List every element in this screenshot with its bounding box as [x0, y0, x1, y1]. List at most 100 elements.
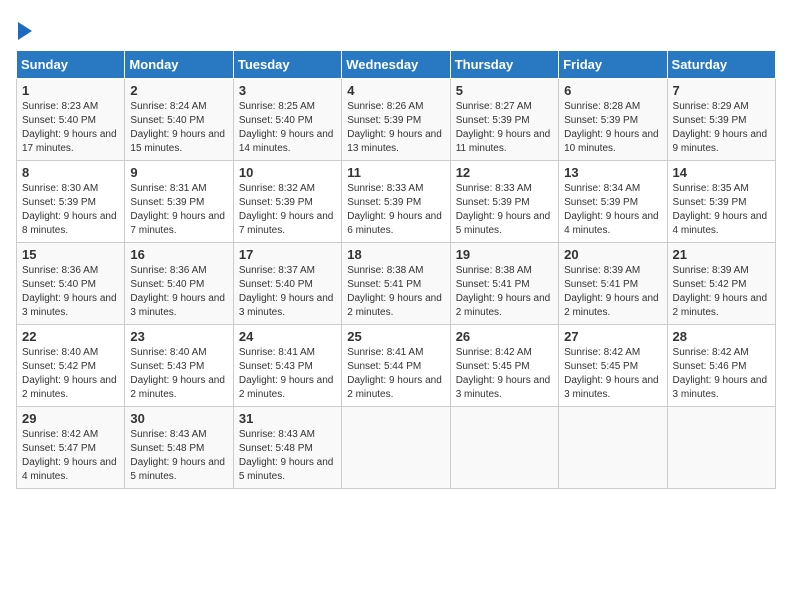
cell-info: Sunrise: 8:28 AM Sunset: 5:39 PM Dayligh… — [564, 100, 661, 156]
calendar-cell — [559, 407, 667, 489]
day-number: 4 — [347, 83, 444, 98]
day-number: 27 — [564, 329, 661, 344]
calendar-cell — [342, 407, 450, 489]
calendar-cell: 3 Sunrise: 8:25 AM Sunset: 5:40 PM Daylig… — [233, 79, 341, 161]
calendar-cell: 28 Sunrise: 8:42 AM Sunset: 5:46 PM Dayli… — [667, 325, 775, 407]
calendar-cell: 4 Sunrise: 8:26 AM Sunset: 5:39 PM Daylig… — [342, 79, 450, 161]
calendar-cell: 5 Sunrise: 8:27 AM Sunset: 5:39 PM Daylig… — [450, 79, 558, 161]
cell-info: Sunrise: 8:33 AM Sunset: 5:39 PM Dayligh… — [347, 182, 444, 238]
cell-info: Sunrise: 8:32 AM Sunset: 5:39 PM Dayligh… — [239, 182, 336, 238]
day-number: 8 — [22, 165, 119, 180]
cell-info: Sunrise: 8:41 AM Sunset: 5:44 PM Dayligh… — [347, 346, 444, 402]
day-number: 19 — [456, 247, 553, 262]
day-number: 23 — [130, 329, 227, 344]
day-number: 20 — [564, 247, 661, 262]
calendar-cell: 29Sunrise: 8:42 AM Sunset: 5:47 PM Dayli… — [17, 407, 125, 489]
day-number: 10 — [239, 165, 336, 180]
cell-info: Sunrise: 8:36 AM Sunset: 5:40 PM Dayligh… — [22, 264, 119, 320]
calendar-week-5: 29Sunrise: 8:42 AM Sunset: 5:47 PM Dayli… — [17, 407, 776, 489]
day-number: 1 — [22, 83, 119, 98]
day-number: 3 — [239, 83, 336, 98]
cell-info: Sunrise: 8:26 AM Sunset: 5:39 PM Dayligh… — [347, 100, 444, 156]
day-number: 12 — [456, 165, 553, 180]
calendar-cell: 17 Sunrise: 8:37 AM Sunset: 5:40 PM Dayli… — [233, 243, 341, 325]
calendar-cell: 1 Sunrise: 8:23 AM Sunset: 5:40 PM Daylig… — [17, 79, 125, 161]
day-number: 26 — [456, 329, 553, 344]
cell-info: Sunrise: 8:40 AM Sunset: 5:43 PM Dayligh… — [130, 346, 227, 402]
day-number: 18 — [347, 247, 444, 262]
cell-info: Sunrise: 8:24 AM Sunset: 5:40 PM Dayligh… — [130, 100, 227, 156]
day-number: 5 — [456, 83, 553, 98]
header-day-tuesday: Tuesday — [233, 51, 341, 79]
calendar-week-3: 15 Sunrise: 8:36 AM Sunset: 5:40 PM Dayli… — [17, 243, 776, 325]
cell-info: Sunrise: 8:38 AM Sunset: 5:41 PM Dayligh… — [456, 264, 553, 320]
day-number: 2 — [130, 83, 227, 98]
day-number: 13 — [564, 165, 661, 180]
cell-info: Sunrise: 8:29 AM Sunset: 5:39 PM Dayligh… — [673, 100, 770, 156]
calendar-week-1: 1 Sunrise: 8:23 AM Sunset: 5:40 PM Daylig… — [17, 79, 776, 161]
cell-info: Sunrise: 8:42 AM Sunset: 5:45 PM Dayligh… — [456, 346, 553, 402]
cell-info: Sunrise: 8:42 AM Sunset: 5:45 PM Dayligh… — [564, 346, 661, 402]
header-day-wednesday: Wednesday — [342, 51, 450, 79]
day-number: 24 — [239, 329, 336, 344]
day-number: 22 — [22, 329, 119, 344]
calendar-week-4: 22Sunrise: 8:40 AM Sunset: 5:42 PM Dayli… — [17, 325, 776, 407]
header — [16, 16, 776, 40]
calendar-cell: 19 Sunrise: 8:38 AM Sunset: 5:41 PM Dayli… — [450, 243, 558, 325]
day-number: 7 — [673, 83, 770, 98]
cell-info: Sunrise: 8:41 AM Sunset: 5:43 PM Dayligh… — [239, 346, 336, 402]
cell-info: Sunrise: 8:42 AM Sunset: 5:46 PM Dayligh… — [673, 346, 770, 402]
header-day-thursday: Thursday — [450, 51, 558, 79]
cell-info: Sunrise: 8:25 AM Sunset: 5:40 PM Dayligh… — [239, 100, 336, 156]
calendar-cell — [450, 407, 558, 489]
day-number: 30 — [130, 411, 227, 426]
cell-info: Sunrise: 8:43 AM Sunset: 5:48 PM Dayligh… — [130, 428, 227, 484]
calendar-cell: 16 Sunrise: 8:36 AM Sunset: 5:40 PM Dayli… — [125, 243, 233, 325]
cell-info: Sunrise: 8:36 AM Sunset: 5:40 PM Dayligh… — [130, 264, 227, 320]
calendar-cell: 22Sunrise: 8:40 AM Sunset: 5:42 PM Dayli… — [17, 325, 125, 407]
header-day-monday: Monday — [125, 51, 233, 79]
cell-info: Sunrise: 8:27 AM Sunset: 5:39 PM Dayligh… — [456, 100, 553, 156]
calendar-cell: 6 Sunrise: 8:28 AM Sunset: 5:39 PM Daylig… — [559, 79, 667, 161]
cell-info: Sunrise: 8:39 AM Sunset: 5:41 PM Dayligh… — [564, 264, 661, 320]
calendar-cell: 20 Sunrise: 8:39 AM Sunset: 5:41 PM Dayli… — [559, 243, 667, 325]
day-number: 9 — [130, 165, 227, 180]
day-number: 28 — [673, 329, 770, 344]
calendar-cell: 27 Sunrise: 8:42 AM Sunset: 5:45 PM Dayli… — [559, 325, 667, 407]
cell-info: Sunrise: 8:37 AM Sunset: 5:40 PM Dayligh… — [239, 264, 336, 320]
calendar-cell: 8Sunrise: 8:30 AM Sunset: 5:39 PM Daylig… — [17, 161, 125, 243]
calendar-cell: 9 Sunrise: 8:31 AM Sunset: 5:39 PM Daylig… — [125, 161, 233, 243]
header-day-sunday: Sunday — [17, 51, 125, 79]
header-row: SundayMondayTuesdayWednesdayThursdayFrid… — [17, 51, 776, 79]
cell-info: Sunrise: 8:42 AM Sunset: 5:47 PM Dayligh… — [22, 428, 119, 484]
calendar-cell: 2 Sunrise: 8:24 AM Sunset: 5:40 PM Daylig… — [125, 79, 233, 161]
calendar-cell: 13 Sunrise: 8:34 AM Sunset: 5:39 PM Dayli… — [559, 161, 667, 243]
day-number: 15 — [22, 247, 119, 262]
day-number: 11 — [347, 165, 444, 180]
calendar-table: SundayMondayTuesdayWednesdayThursdayFrid… — [16, 50, 776, 489]
calendar-cell: 18 Sunrise: 8:38 AM Sunset: 5:41 PM Dayli… — [342, 243, 450, 325]
cell-info: Sunrise: 8:34 AM Sunset: 5:39 PM Dayligh… — [564, 182, 661, 238]
day-number: 25 — [347, 329, 444, 344]
cell-info: Sunrise: 8:33 AM Sunset: 5:39 PM Dayligh… — [456, 182, 553, 238]
header-day-saturday: Saturday — [667, 51, 775, 79]
header-day-friday: Friday — [559, 51, 667, 79]
day-number: 21 — [673, 247, 770, 262]
calendar-cell: 14Sunrise: 8:35 AM Sunset: 5:39 PM Dayli… — [667, 161, 775, 243]
cell-info: Sunrise: 8:43 AM Sunset: 5:48 PM Dayligh… — [239, 428, 336, 484]
calendar-cell — [667, 407, 775, 489]
cell-info: Sunrise: 8:39 AM Sunset: 5:42 PM Dayligh… — [673, 264, 770, 320]
calendar-body: 1 Sunrise: 8:23 AM Sunset: 5:40 PM Daylig… — [17, 79, 776, 489]
calendar-cell: 25 Sunrise: 8:41 AM Sunset: 5:44 PM Dayli… — [342, 325, 450, 407]
day-number: 6 — [564, 83, 661, 98]
calendar-cell: 15 Sunrise: 8:36 AM Sunset: 5:40 PM Dayli… — [17, 243, 125, 325]
day-number: 16 — [130, 247, 227, 262]
cell-info: Sunrise: 8:23 AM Sunset: 5:40 PM Dayligh… — [22, 100, 119, 156]
calendar-cell: 12 Sunrise: 8:33 AM Sunset: 5:39 PM Dayli… — [450, 161, 558, 243]
cell-info: Sunrise: 8:31 AM Sunset: 5:39 PM Dayligh… — [130, 182, 227, 238]
calendar-week-2: 8Sunrise: 8:30 AM Sunset: 5:39 PM Daylig… — [17, 161, 776, 243]
day-number: 17 — [239, 247, 336, 262]
calendar-cell: 31Sunrise: 8:43 AM Sunset: 5:48 PM Dayli… — [233, 407, 341, 489]
cell-info: Sunrise: 8:38 AM Sunset: 5:41 PM Dayligh… — [347, 264, 444, 320]
calendar-cell: 26 Sunrise: 8:42 AM Sunset: 5:45 PM Dayli… — [450, 325, 558, 407]
